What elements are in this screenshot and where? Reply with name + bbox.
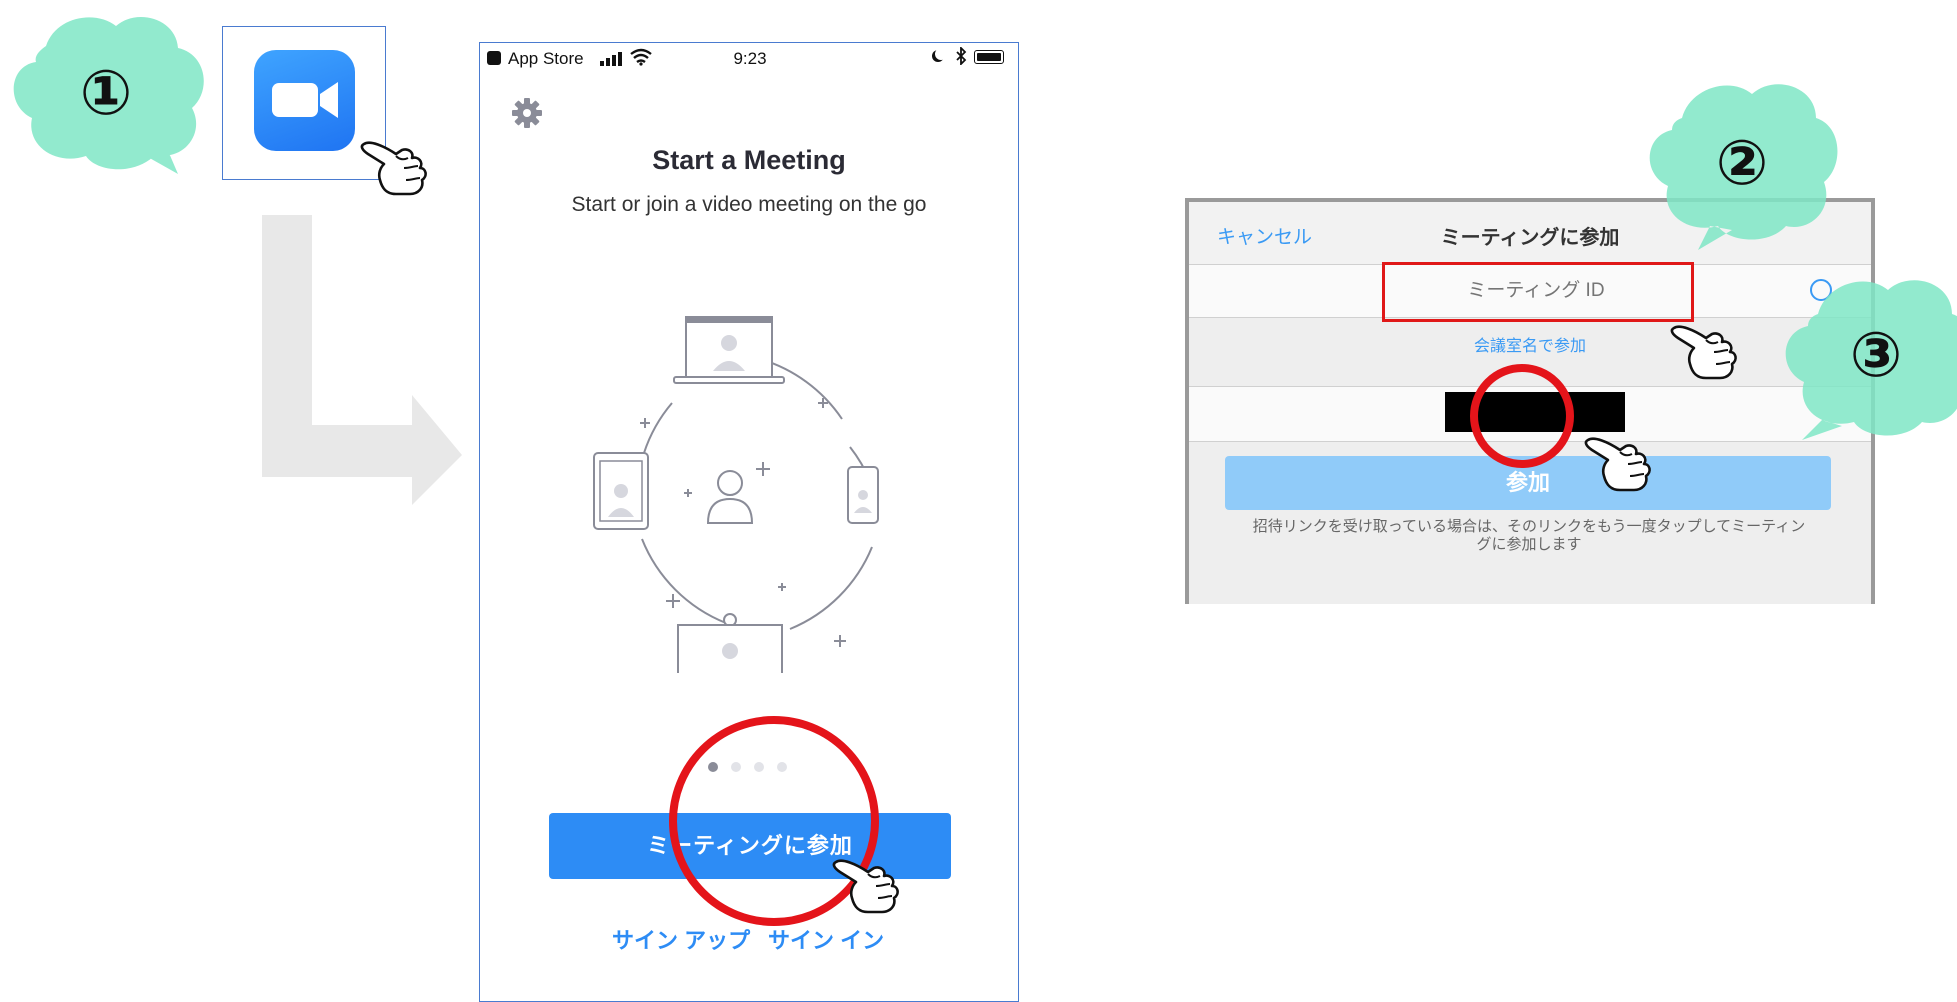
pointing-hand-icon bbox=[1584, 437, 1651, 492]
dialog-note-line: グに参加します bbox=[1476, 536, 1582, 553]
back-icon[interactable] bbox=[487, 51, 501, 65]
battery-icon bbox=[974, 50, 1004, 64]
room-name-link[interactable]: 会議室名で参加 bbox=[1189, 332, 1871, 356]
gear-icon[interactable] bbox=[511, 97, 543, 129]
page-title: Start a Meeting bbox=[652, 145, 846, 175]
dialog-note: 招待リンクを受け取っている場合は、そのリンクをもう一度タップしてミーティン グに… bbox=[1219, 518, 1839, 554]
step-2-number: ② bbox=[1715, 126, 1769, 199]
step-1-number: ① bbox=[79, 56, 133, 129]
clock: 9:23 bbox=[733, 49, 767, 68]
pointing-hand-icon bbox=[1670, 325, 1737, 380]
pointing-hand-icon bbox=[832, 859, 899, 914]
moon-icon bbox=[935, 48, 947, 60]
step-3-number: ③ bbox=[1849, 318, 1903, 391]
page-subtitle: Start or join a video meeting on the go bbox=[571, 193, 927, 216]
highlight-rectangle bbox=[1382, 262, 1694, 322]
meeting-illustration bbox=[593, 316, 879, 673]
room-display-icon bbox=[677, 613, 783, 673]
wifi-icon bbox=[630, 48, 652, 71]
dialog-note-line: 招待リンクを受け取っている場合は、そのリンクをもう一度タップしてミーティン bbox=[1252, 518, 1806, 535]
back-label[interactable]: App Store bbox=[508, 49, 584, 69]
small-phone-icon bbox=[847, 466, 879, 524]
arrow-icon bbox=[262, 215, 462, 505]
status-bar: App Store 9:23 bbox=[480, 43, 1018, 73]
zoom-app-icon[interactable] bbox=[254, 50, 355, 151]
laptop-icon bbox=[673, 316, 785, 384]
tablet-icon bbox=[593, 452, 649, 530]
sign-up-link[interactable]: サイン アップ bbox=[612, 923, 750, 955]
person-icon bbox=[706, 470, 754, 524]
pointing-hand-icon bbox=[360, 141, 427, 196]
dialog-join-label: 参加 bbox=[1505, 470, 1550, 495]
highlight-circle bbox=[1470, 364, 1574, 468]
sign-in-link[interactable]: サイン イン bbox=[768, 923, 884, 955]
signal-icon bbox=[600, 51, 624, 71]
bluetooth-icon bbox=[955, 45, 967, 70]
